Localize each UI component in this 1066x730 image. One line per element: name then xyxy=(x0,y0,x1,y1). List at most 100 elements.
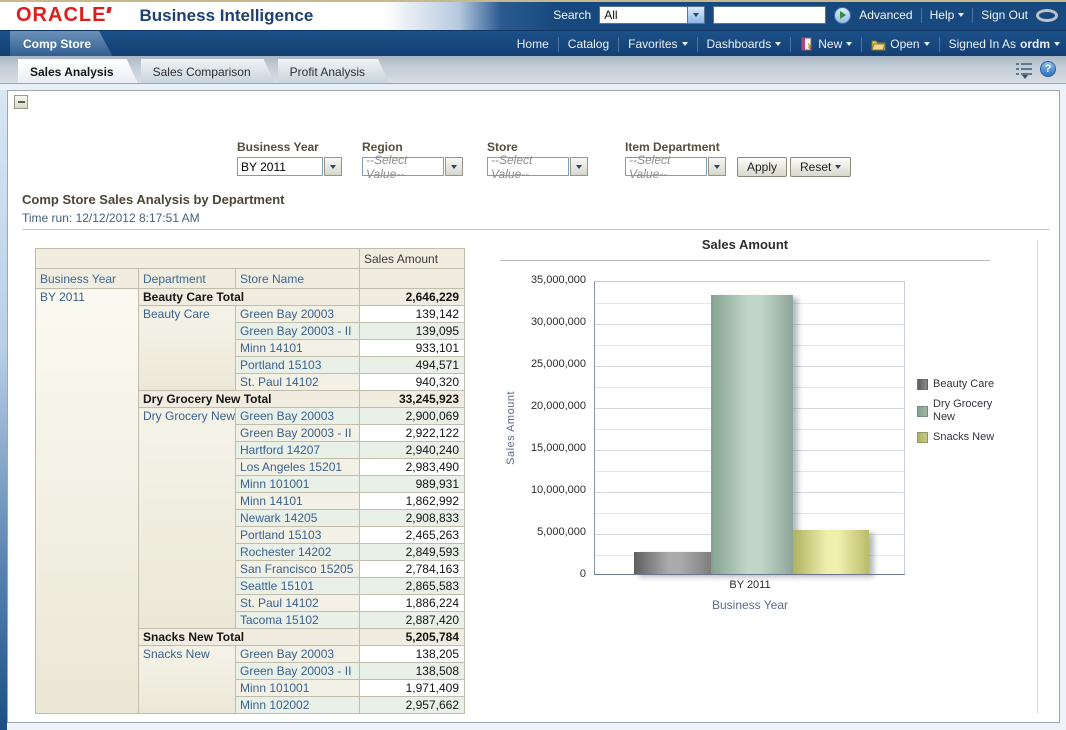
store-name-cell[interactable]: Green Bay 20003 xyxy=(236,408,360,425)
store-name-cell[interactable]: Minn 14101 xyxy=(236,493,360,510)
nav-item-open[interactable]: Open xyxy=(871,37,929,51)
filter-store-combo[interactable]: --Select Value-- xyxy=(487,157,588,176)
store-name-cell[interactable]: Hartford 14207 xyxy=(236,442,360,459)
apply-label: Apply xyxy=(747,160,777,174)
separator xyxy=(972,8,973,23)
search-go-button[interactable] xyxy=(834,7,851,24)
store-name-cell[interactable]: Minn 101001 xyxy=(236,476,360,493)
chevron-down-icon xyxy=(682,42,688,46)
filter-store-value[interactable]: --Select Value-- xyxy=(487,157,569,176)
filter-item-department-combo[interactable]: --Select Value-- xyxy=(625,157,726,176)
store-name-cell[interactable]: Green Bay 20003 xyxy=(236,306,360,323)
value-header-cell: Sales Amount xyxy=(360,249,465,269)
filter-business-year-value[interactable]: BY 2011 xyxy=(237,157,323,176)
tab-profit-analysis[interactable]: Profit Analysis xyxy=(278,59,389,83)
sales-amount-cell: 138,508 xyxy=(360,663,465,680)
store-name-cell[interactable]: Minn 101001 xyxy=(236,680,360,697)
tab-sales-comparison[interactable]: Sales Comparison xyxy=(141,59,275,83)
search-input[interactable] xyxy=(713,6,826,24)
nav-item-catalog[interactable]: Catalog xyxy=(568,37,609,51)
signed-in-as[interactable]: Signed In Asordm xyxy=(949,37,1060,51)
open-folder-icon xyxy=(871,38,886,51)
help-menu[interactable]: Help xyxy=(930,8,965,22)
nav-item-label: Open xyxy=(890,37,919,51)
signed-in-prefix: Signed In As xyxy=(949,37,1016,51)
store-name-cell[interactable]: Green Bay 20003 xyxy=(236,646,360,663)
search-label: Search xyxy=(553,8,591,22)
filter-item-department-dropdown-icon[interactable] xyxy=(708,157,726,176)
store-name-cell[interactable]: Portland 15103 xyxy=(236,527,360,544)
store-name-cell[interactable]: Seattle 15101 xyxy=(236,578,360,595)
bar-snacks-new[interactable] xyxy=(793,530,869,574)
report-title: Comp Store Sales Analysis by Department xyxy=(22,192,285,207)
section-divider xyxy=(1037,240,1038,713)
bar-beauty-care[interactable] xyxy=(634,552,711,574)
filter-region-combo[interactable]: --Select Value-- xyxy=(362,157,463,176)
nav-item-dashboards[interactable]: Dashboards xyxy=(707,37,782,51)
chevron-down-icon xyxy=(451,165,457,169)
advanced-link[interactable]: Advanced xyxy=(859,8,912,22)
search-scope-select[interactable]: All xyxy=(599,6,705,24)
dashboard-tab-comp-store[interactable]: Comp Store xyxy=(10,31,113,57)
page-left-margin xyxy=(0,90,7,730)
department-cell[interactable]: Beauty Care xyxy=(139,306,236,391)
reset-button[interactable]: Reset xyxy=(790,157,851,177)
legend-swatch xyxy=(917,379,928,390)
store-name-cell[interactable]: Los Angeles 15201 xyxy=(236,459,360,476)
sales-amount-cell: 940,320 xyxy=(360,374,465,391)
filter-business-year-dropdown-icon[interactable] xyxy=(324,157,342,176)
store-name-cell[interactable]: St. Paul 14102 xyxy=(236,374,360,391)
x-axis-title: Business Year xyxy=(660,598,840,612)
store-name-cell[interactable]: Green Bay 20003 - II xyxy=(236,663,360,680)
store-name-cell[interactable]: Minn 102002 xyxy=(236,697,360,714)
store-name-cell[interactable]: Green Bay 20003 - II xyxy=(236,425,360,442)
filter-item-department-value[interactable]: --Select Value-- xyxy=(625,157,707,176)
separator xyxy=(790,37,791,52)
apply-button[interactable]: Apply xyxy=(737,157,787,177)
help-icon[interactable]: ? xyxy=(1040,61,1056,77)
page-options-icon[interactable] xyxy=(1016,62,1032,76)
y-tick-label: 35,000,000 xyxy=(486,274,586,286)
sign-out-link[interactable]: Sign Out xyxy=(981,8,1028,22)
store-name-cell[interactable]: Tacoma 15102 xyxy=(236,612,360,629)
store-name-cell[interactable]: Newark 14205 xyxy=(236,510,360,527)
store-name-cell[interactable]: San Francisco 15205 xyxy=(236,561,360,578)
collapse-section-button[interactable] xyxy=(14,95,28,109)
total-label-cell: Snacks New Total xyxy=(139,629,360,646)
filter-region-value[interactable]: --Select Value-- xyxy=(362,157,444,176)
total-value-cell: 2,646,229 xyxy=(360,289,465,306)
separator xyxy=(939,37,940,52)
sales-amount-cell: 494,571 xyxy=(360,357,465,374)
sales-amount-cell: 2,922,122 xyxy=(360,425,465,442)
header-blank-cell xyxy=(36,249,360,269)
y-tick-label: 10,000,000 xyxy=(486,484,586,496)
nav-item-favorites[interactable]: Favorites xyxy=(628,37,687,51)
store-name-cell[interactable]: St. Paul 14102 xyxy=(236,595,360,612)
filter-region-dropdown-icon[interactable] xyxy=(445,157,463,176)
store-name-cell[interactable]: Minn 14101 xyxy=(236,340,360,357)
filter-business-year-combo[interactable]: BY 2011 xyxy=(237,157,342,176)
sales-amount-cell: 2,849,593 xyxy=(360,544,465,561)
tab-sales-analysis[interactable]: Sales Analysis xyxy=(18,59,138,83)
business-year-cell[interactable]: BY 2011 xyxy=(36,289,139,714)
oracle-logo: ORACLE xyxy=(16,4,106,27)
y-tick-label: 20,000,000 xyxy=(486,400,586,412)
legend-entry-dry-grocery-new: Dry Grocery New xyxy=(917,398,995,424)
department-cell[interactable]: Snacks New xyxy=(139,646,236,714)
bar-dry-grocery-new[interactable] xyxy=(711,295,793,574)
store-name-cell[interactable]: Rochester 14202 xyxy=(236,544,360,561)
search-scope-dropdown-icon[interactable] xyxy=(687,7,704,23)
nav-item-new[interactable]: New xyxy=(800,37,852,51)
section-rule xyxy=(22,229,1050,230)
page-tabs: Sales AnalysisSales ComparisonProfit Ana… xyxy=(18,59,392,83)
go-arrow-icon xyxy=(840,11,846,19)
store-name-cell[interactable]: Green Bay 20003 - II xyxy=(236,323,360,340)
store-name-cell[interactable]: Portland 15103 xyxy=(236,357,360,374)
header-blank-cell xyxy=(360,269,465,289)
chevron-down-icon xyxy=(958,13,964,17)
filter-store-dropdown-icon[interactable] xyxy=(570,157,588,176)
department-cell[interactable]: Dry Grocery New xyxy=(139,408,236,629)
nav-item-home[interactable]: Home xyxy=(517,37,549,51)
sales-amount-cell: 2,900,069 xyxy=(360,408,465,425)
sales-amount-cell: 1,971,409 xyxy=(360,680,465,697)
